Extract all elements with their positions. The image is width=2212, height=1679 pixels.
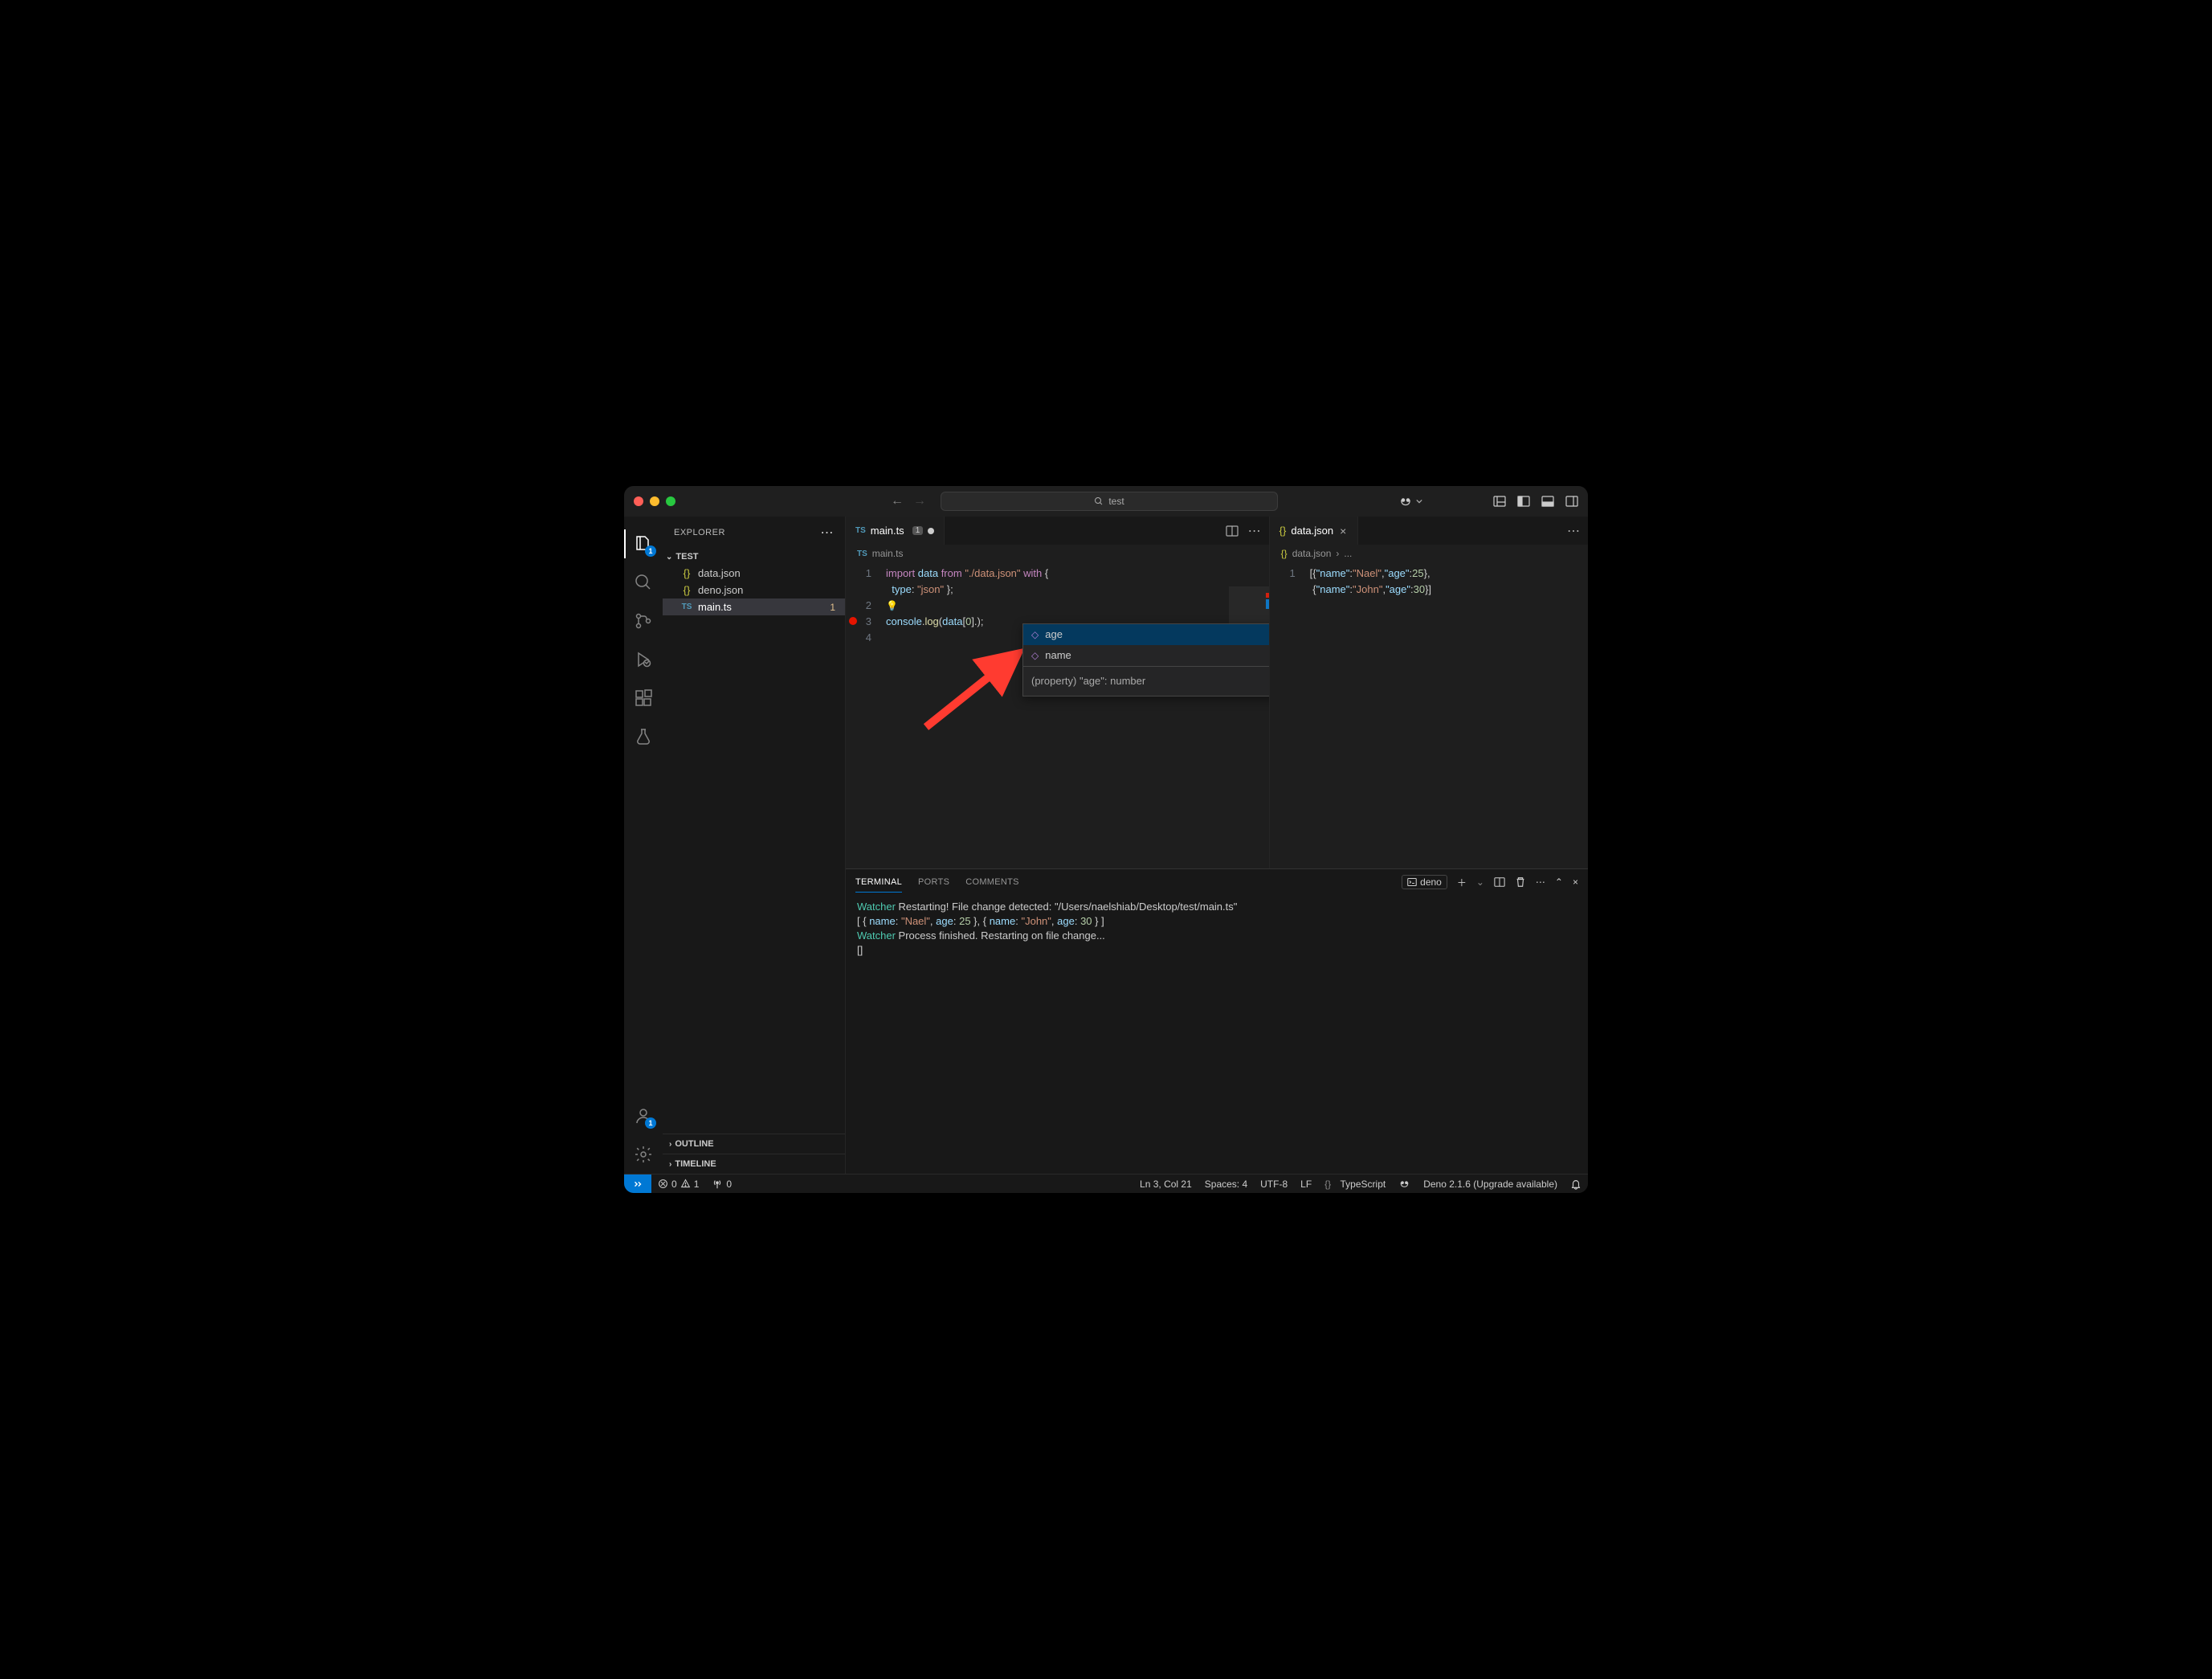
new-terminal-icon[interactable]: ＋ [1457,876,1467,889]
main-area: TS main.ts 1 ⋯ TS main.ts [846,517,1588,1174]
section-timeline[interactable]: ›TIMELINE [663,1154,845,1174]
language-mode-button[interactable]: {} TypeScript [1318,1179,1392,1190]
extensions-icon[interactable] [632,687,655,709]
explorer-badge: 1 [645,545,656,557]
property-icon: ◇ [1031,647,1039,664]
cursor-position[interactable]: Ln 3, Col 21 [1133,1179,1198,1190]
settings-gear-icon[interactable] [632,1143,655,1166]
terminal-output[interactable]: Watcher Restarting! File change detected… [846,895,1588,1174]
source-control-icon[interactable] [632,610,655,632]
problems-button[interactable]: 0 1 [651,1179,705,1190]
terminal-shell-select[interactable]: deno [1402,875,1447,889]
json-icon: {} [1281,548,1288,559]
breadcrumb-left[interactable]: TS main.ts [846,545,1269,562]
layout-sidebar-left-icon[interactable] [1517,495,1530,508]
typescript-icon: TS [857,549,867,558]
dirty-indicator-icon [928,528,934,534]
explorer-title: EXPLORER [674,528,725,537]
copilot-status-icon[interactable] [1392,1178,1417,1190]
accounts-icon[interactable]: 1 [632,1105,655,1127]
editor-more-icon[interactable]: ⋯ [1567,523,1580,539]
editor-group-1: TS main.ts 1 ⋯ TS main.ts [846,517,1269,868]
encoding-button[interactable]: UTF-8 [1254,1179,1294,1190]
tab-data-json[interactable]: {} data.json × [1270,517,1359,545]
editor-group-2: {} data.json × ⋯ {} data.json › ... 1[{"… [1269,517,1588,868]
terminal-icon [1407,877,1417,887]
suggest-item-name[interactable]: ◇name [1023,645,1269,666]
maximize-window-button[interactable] [666,496,675,506]
section-outline[interactable]: ›OUTLINE [663,1134,845,1154]
indentation-button[interactable]: Spaces: 4 [1198,1179,1254,1190]
panel-tab-comments[interactable]: COMMENTS [965,872,1019,893]
trash-icon[interactable] [1515,876,1526,888]
folder-test[interactable]: ⌄TEST [663,549,845,565]
nav-controls: ← → [891,494,926,509]
panel-tab-terminal[interactable]: TERMINAL [855,872,902,893]
panel-tab-ports[interactable]: PORTS [918,872,949,893]
tabs-right: {} data.json × ⋯ [1270,517,1588,545]
typescript-icon: TS [680,603,693,611]
layout-sidebar-right-icon[interactable] [1565,495,1578,508]
run-debug-icon[interactable] [632,648,655,671]
property-icon: ◇ [1031,627,1039,643]
layout-panel-bottom-icon[interactable] [1541,495,1554,508]
explorer-icon[interactable]: 1 [632,533,655,555]
activity-bar: 1 1 [624,517,663,1174]
status-bar: 0 1 0 Ln 3, Col 21 Spaces: 4 UTF-8 LF {}… [624,1174,1588,1193]
command-center-search[interactable]: test [941,492,1278,511]
layout-panel-icon[interactable] [1493,495,1506,508]
typescript-icon: TS [855,526,866,535]
testing-icon[interactable] [632,725,655,748]
ports-button[interactable]: 0 [705,1179,738,1190]
tab-main-ts[interactable]: TS main.ts 1 [846,517,945,545]
eol-button[interactable]: LF [1294,1179,1318,1190]
explorer-sidebar: EXPLORER ⋯ ⌄TEST {}data.json{}deno.jsonT… [663,517,846,1174]
bottom-panel: TERMINALPORTSCOMMENTS deno ＋ ⌄ ⋯ ⌃ × [846,868,1588,1174]
suggest-item-age[interactable]: ◇age [1023,624,1269,645]
search-icon[interactable] [632,571,655,594]
close-panel-icon[interactable]: × [1573,876,1578,888]
panel-tabs: TERMINALPORTSCOMMENTS deno ＋ ⌄ ⋯ ⌃ × [846,869,1588,895]
split-terminal-icon[interactable] [1494,876,1505,888]
search-text: test [1108,496,1124,507]
antenna-icon [712,1179,723,1190]
mac-window-controls [634,496,675,506]
accounts-badge: 1 [645,1117,656,1129]
file-data-json[interactable]: {}data.json [663,565,845,582]
json-icon: {} [680,567,693,579]
intellisense-popup: ◇age◇name (property) "age": number × [1022,623,1269,697]
search-icon [1094,496,1104,506]
nav-back-icon[interactable]: ← [891,494,904,509]
minimize-window-button[interactable] [650,496,659,506]
file-deno-json[interactable]: {}deno.json [663,582,845,598]
notifications-icon[interactable] [1564,1179,1588,1190]
maximize-panel-icon[interactable]: ⌃ [1555,876,1563,888]
warning-icon [680,1179,691,1189]
deno-version-button[interactable]: Deno 2.1.6 (Upgrade available) [1417,1179,1564,1190]
nav-forward-icon[interactable]: → [913,494,926,509]
explorer-more-icon[interactable]: ⋯ [821,525,835,541]
editor-more-icon[interactable]: ⋯ [1248,523,1261,539]
close-window-button[interactable] [634,496,643,506]
modified-badge: 1 [830,602,839,613]
remote-button[interactable] [624,1174,651,1193]
annotation-arrow [918,647,1030,735]
json-icon: {} [1279,525,1287,537]
code-editor-data[interactable]: 1[{"name":"Nael","age":25}, {"name":"Joh… [1270,562,1588,868]
file-main-ts[interactable]: TSmain.ts1 [663,598,845,615]
title-bar: ← → test [624,486,1588,517]
chevron-down-icon [1416,498,1422,505]
suggest-detail-text: (property) "age": number [1031,673,1145,689]
panel-more-icon[interactable]: ⋯ [1536,876,1545,888]
split-editor-icon[interactable] [1226,525,1239,537]
tabs-left: TS main.ts 1 ⋯ [846,517,1269,545]
vscode-window: ← → test 1 [624,486,1588,1193]
copilot-icon[interactable] [1398,494,1422,509]
close-icon[interactable]: × [1338,525,1348,537]
code-editor-main[interactable]: 1import data from "./data.json" with { t… [846,562,1269,868]
json-icon: {} [680,584,693,596]
breadcrumb-right[interactable]: {} data.json › ... [1270,545,1588,562]
error-icon [658,1179,668,1189]
